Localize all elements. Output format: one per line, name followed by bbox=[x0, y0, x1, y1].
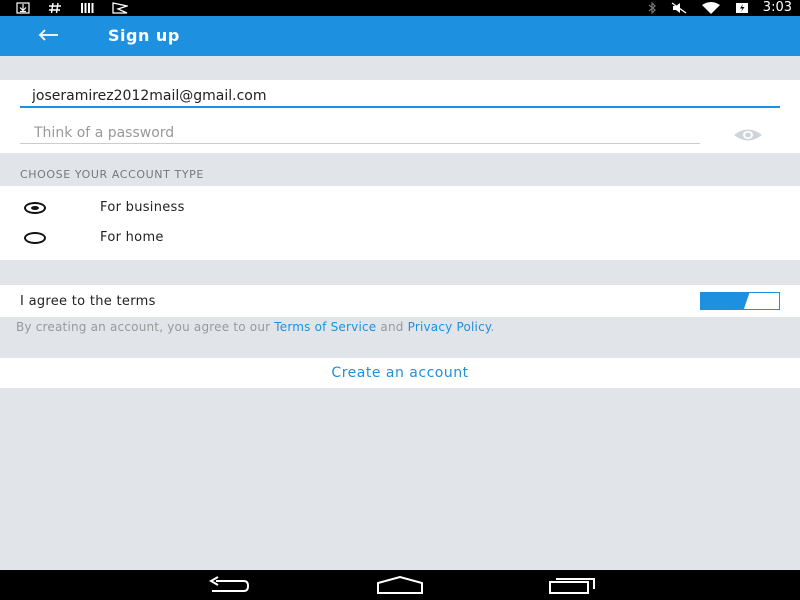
legal-suffix: . bbox=[490, 320, 495, 334]
navigation-bar bbox=[0, 570, 800, 600]
wifi-icon bbox=[701, 0, 721, 18]
page-title: Sign up bbox=[108, 26, 180, 45]
create-account-label: Create an account bbox=[331, 365, 469, 381]
radio-button-selected[interactable] bbox=[24, 202, 46, 214]
legal-prefix: By creating an account, you agree to our bbox=[16, 320, 275, 334]
hash-icon bbox=[48, 0, 62, 18]
account-type-heading: CHOOSE YOUR ACCOUNT TYPE bbox=[20, 168, 204, 181]
radio-label: For home bbox=[100, 230, 164, 245]
terms-label: I agree to the terms bbox=[20, 294, 156, 309]
bars-icon bbox=[80, 0, 94, 18]
app-bar: Sign up bbox=[0, 16, 800, 56]
download-icon bbox=[16, 0, 30, 18]
radio-button[interactable] bbox=[24, 232, 46, 244]
arrow-left-icon bbox=[37, 27, 59, 46]
nav-recents-button[interactable] bbox=[548, 576, 596, 594]
terms-toggle[interactable] bbox=[700, 292, 780, 310]
nav-back-button[interactable] bbox=[204, 576, 252, 594]
back-nav-icon bbox=[204, 576, 252, 598]
radio-option-home[interactable]: For home bbox=[0, 225, 800, 253]
create-account-button[interactable]: Create an account bbox=[0, 358, 800, 388]
email-field[interactable] bbox=[20, 86, 780, 108]
bluetooth-icon bbox=[647, 0, 657, 18]
terms-of-service-link[interactable]: Terms of Service bbox=[274, 320, 376, 334]
status-bar: 3:03 bbox=[0, 0, 800, 16]
password-field[interactable] bbox=[20, 122, 700, 144]
recents-nav-icon bbox=[548, 578, 596, 598]
privacy-policy-link[interactable]: Privacy Policy bbox=[408, 320, 491, 334]
legal-and: and bbox=[376, 320, 408, 334]
legal-text: By creating an account, you agree to our… bbox=[16, 320, 494, 334]
battery-icon bbox=[735, 0, 749, 18]
show-password-button[interactable] bbox=[732, 127, 764, 143]
home-nav-icon bbox=[376, 575, 424, 598]
radio-label: For business bbox=[100, 200, 185, 215]
radio-option-business[interactable]: For business bbox=[0, 195, 800, 223]
nav-home-button[interactable] bbox=[376, 575, 424, 594]
flag-icon bbox=[112, 0, 130, 18]
mute-icon bbox=[671, 0, 687, 18]
eye-icon bbox=[732, 128, 764, 147]
status-time: 3:03 bbox=[762, 0, 792, 15]
back-button[interactable] bbox=[32, 22, 64, 50]
